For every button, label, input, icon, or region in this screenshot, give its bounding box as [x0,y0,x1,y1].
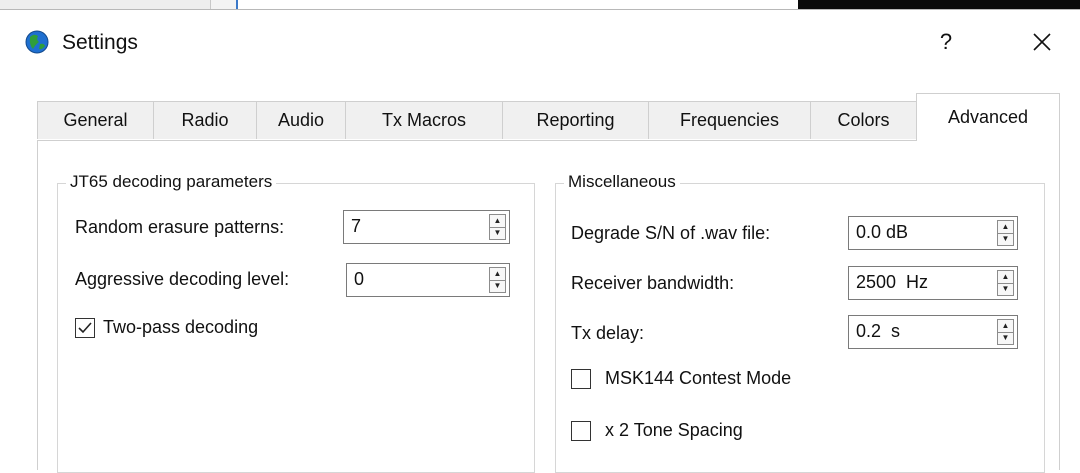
close-button[interactable] [1020,22,1064,62]
tx-delay-label: Tx delay: [571,323,645,343]
title-bar[interactable]: Settings ? [0,10,1080,74]
tab-advanced[interactable]: Advanced [916,93,1060,141]
jt65-group-title: JT65 decoding parameters [66,172,277,192]
tone-spacing-checkbox[interactable] [571,421,591,441]
spin-down-icon[interactable]: ▼ [490,227,505,239]
checkmark-icon [78,322,92,334]
tab-frequencies[interactable]: Frequencies [648,101,811,139]
degrade-value: 0.0 dB [856,222,909,242]
random-erasure-spinbox[interactable]: 7 ▲ ▼ [343,210,510,244]
close-icon [1033,33,1051,51]
degrade-spinbox[interactable]: 0.0 dB ▲ ▼ [848,216,1018,250]
background-window-strip [0,0,1080,9]
degrade-label: Degrade S/N of .wav file: [571,223,771,243]
tx-delay-value: 0.2 s [856,321,901,341]
spin-down-icon[interactable]: ▼ [998,332,1013,344]
bandwidth-spinbox[interactable]: 2500 Hz ▲ ▼ [848,266,1018,300]
bandwidth-value: 2500 Hz [856,272,929,292]
misc-group: Miscellaneous Degrade S/N of .wav file: … [555,172,1045,473]
bandwidth-label: Receiver bandwidth: [571,273,735,293]
tab-tx-macros[interactable]: Tx Macros [345,101,503,139]
spin-down-icon[interactable]: ▼ [490,280,505,292]
misc-group-title: Miscellaneous [564,172,680,192]
help-button[interactable]: ? [924,22,968,62]
msk144-checkbox[interactable] [571,369,591,389]
jt65-group: JT65 decoding parameters Random erasure … [57,172,535,473]
globe-icon [25,30,49,54]
tab-general[interactable]: General [37,101,154,139]
spin-down-icon[interactable]: ▼ [998,233,1013,245]
tab-colors[interactable]: Colors [810,101,917,139]
window-title: Settings [62,31,138,54]
aggressive-value: 0 [354,269,365,289]
spin-down-icon[interactable]: ▼ [998,283,1013,295]
aggressive-spinbox[interactable]: 0 ▲ ▼ [346,263,510,297]
tone-spacing-label[interactable]: x 2 Tone Spacing [605,420,743,441]
tab-reporting[interactable]: Reporting [502,101,649,139]
tab-audio[interactable]: Audio [256,101,346,139]
question-icon: ? [939,29,953,54]
msk144-label[interactable]: MSK144 Contest Mode [605,368,791,389]
settings-dialog: Settings ? General Radio Audio Tx Macros… [0,9,1080,473]
advanced-tab-page: JT65 decoding parameters Random erasure … [37,140,1060,473]
tab-radio[interactable]: Radio [153,101,257,139]
tx-delay-spinbox[interactable]: 0.2 s ▲ ▼ [848,315,1018,349]
random-erasure-label: Random erasure patterns: [75,217,285,237]
random-erasure-value: 7 [351,216,362,236]
two-pass-checkbox[interactable] [75,318,95,338]
aggressive-label: Aggressive decoding level: [75,269,290,289]
two-pass-label[interactable]: Two-pass decoding [103,317,258,338]
